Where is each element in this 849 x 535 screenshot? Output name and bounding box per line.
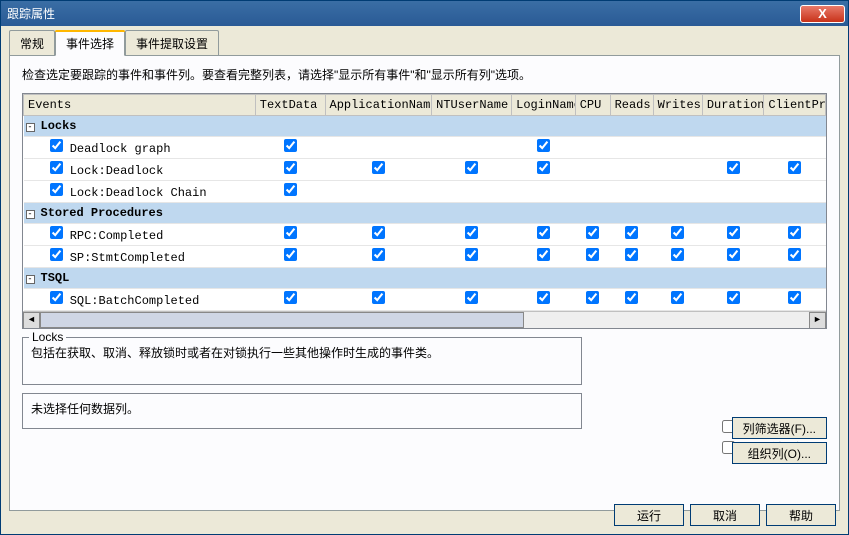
cell-checkbox[interactable] bbox=[727, 161, 740, 174]
group-row[interactable]: -Stored Procedures bbox=[24, 203, 826, 224]
cell-checkbox[interactable] bbox=[372, 226, 385, 239]
cell-checkbox[interactable] bbox=[372, 161, 385, 174]
event-checkbox[interactable] bbox=[50, 139, 63, 152]
column-info-box: 未选择任何数据列。 bbox=[22, 393, 582, 429]
collapse-icon[interactable]: - bbox=[26, 210, 35, 219]
column-header[interactable]: CPU bbox=[575, 95, 610, 116]
close-icon[interactable]: X bbox=[800, 5, 845, 23]
titlebar: 跟踪属性 X bbox=[1, 1, 848, 26]
trace-properties-window: 跟踪属性 X 常规 事件选择 事件提取设置 检查选定要跟踪的事件和事件列。要查看… bbox=[0, 0, 849, 535]
cell-checkbox[interactable] bbox=[671, 248, 684, 261]
column-header[interactable]: NTUserName bbox=[432, 95, 512, 116]
column-header[interactable]: Events bbox=[24, 95, 256, 116]
cell-checkbox[interactable] bbox=[537, 291, 550, 304]
scroll-left-icon[interactable]: ◄ bbox=[23, 312, 40, 329]
collapse-icon[interactable]: - bbox=[26, 123, 35, 132]
cell-checkbox[interactable] bbox=[284, 226, 297, 239]
cell-checkbox[interactable] bbox=[788, 161, 801, 174]
column-header[interactable]: TextData bbox=[255, 95, 325, 116]
cell-checkbox[interactable] bbox=[284, 161, 297, 174]
cell-checkbox[interactable] bbox=[372, 291, 385, 304]
cell-checkbox[interactable] bbox=[537, 161, 550, 174]
cell-checkbox[interactable] bbox=[372, 248, 385, 261]
column-header[interactable]: LoginName bbox=[512, 95, 576, 116]
cell-checkbox[interactable] bbox=[586, 248, 599, 261]
group-row[interactable]: -Locks bbox=[24, 116, 826, 137]
cell-checkbox[interactable] bbox=[465, 291, 478, 304]
cell-checkbox[interactable] bbox=[788, 248, 801, 261]
cell-checkbox[interactable] bbox=[465, 226, 478, 239]
cell-checkbox[interactable] bbox=[465, 248, 478, 261]
window-title: 跟踪属性 bbox=[7, 5, 55, 22]
cell-checkbox[interactable] bbox=[586, 291, 599, 304]
run-button[interactable]: 运行 bbox=[614, 504, 684, 526]
table-row[interactable]: Lock:Deadlock bbox=[24, 159, 826, 181]
cell-checkbox[interactable] bbox=[625, 291, 638, 304]
dialog-buttons: 运行 取消 帮助 bbox=[614, 504, 836, 526]
group-row[interactable]: -TSQL bbox=[24, 268, 826, 289]
cell-checkbox[interactable] bbox=[788, 291, 801, 304]
cell-checkbox[interactable] bbox=[586, 226, 599, 239]
table-row[interactable]: RPC:Completed bbox=[24, 224, 826, 246]
cell-checkbox[interactable] bbox=[465, 161, 478, 174]
collapse-icon[interactable]: - bbox=[26, 275, 35, 284]
cell-checkbox[interactable] bbox=[727, 226, 740, 239]
scrollbar-thumb[interactable] bbox=[40, 312, 524, 328]
cell-checkbox[interactable] bbox=[537, 248, 550, 261]
tab-content: 检查选定要跟踪的事件和事件列。要查看完整列表，请选择"显示所有事件"和"显示所有… bbox=[9, 55, 840, 511]
column-header[interactable]: Duration bbox=[702, 95, 764, 116]
table-row[interactable]: Deadlock graph bbox=[24, 137, 826, 159]
cell-checkbox[interactable] bbox=[788, 226, 801, 239]
event-checkbox[interactable] bbox=[50, 161, 63, 174]
event-checkbox[interactable] bbox=[50, 291, 63, 304]
cell-checkbox[interactable] bbox=[727, 248, 740, 261]
column-filters-button[interactable]: 列筛选器(F)... bbox=[732, 417, 827, 439]
cancel-button[interactable]: 取消 bbox=[690, 504, 760, 526]
scroll-right-icon[interactable]: ► bbox=[809, 312, 826, 329]
tab-bar: 常规 事件选择 事件提取设置 bbox=[1, 26, 848, 55]
table-row[interactable]: SP:StmtCompleted bbox=[24, 246, 826, 268]
cell-checkbox[interactable] bbox=[284, 248, 297, 261]
organize-columns-button[interactable]: 组织列(O)... bbox=[732, 442, 827, 464]
table-row[interactable]: Lock:Deadlock Chain bbox=[24, 181, 826, 203]
cell-checkbox[interactable] bbox=[284, 291, 297, 304]
event-checkbox[interactable] bbox=[50, 248, 63, 261]
column-header[interactable]: ApplicationName bbox=[325, 95, 432, 116]
cell-checkbox[interactable] bbox=[727, 291, 740, 304]
column-header[interactable]: Reads bbox=[610, 95, 653, 116]
event-checkbox[interactable] bbox=[50, 183, 63, 196]
cell-checkbox[interactable] bbox=[284, 183, 297, 196]
column-header[interactable]: ClientProc bbox=[764, 95, 826, 116]
cell-checkbox[interactable] bbox=[625, 226, 638, 239]
cell-checkbox[interactable] bbox=[537, 139, 550, 152]
cell-checkbox[interactable] bbox=[671, 291, 684, 304]
cell-checkbox[interactable] bbox=[625, 248, 638, 261]
cell-checkbox[interactable] bbox=[284, 139, 297, 152]
events-grid: EventsTextDataApplicationNameNTUserNameL… bbox=[22, 93, 827, 329]
horizontal-scrollbar[interactable]: ◄ ► bbox=[23, 311, 826, 328]
help-button[interactable]: 帮助 bbox=[766, 504, 836, 526]
table-row[interactable]: SQL:BatchCompleted bbox=[24, 289, 826, 311]
cell-checkbox[interactable] bbox=[537, 226, 550, 239]
tab-event-selection[interactable]: 事件选择 bbox=[55, 30, 125, 56]
description-text: 包括在获取、取消、释放锁时或者在对锁执行一些其他操作时生成的事件类。 bbox=[31, 344, 573, 361]
event-checkbox[interactable] bbox=[50, 226, 63, 239]
event-description-box: Locks 包括在获取、取消、释放锁时或者在对锁执行一些其他操作时生成的事件类。 bbox=[22, 337, 582, 385]
description-title: Locks bbox=[29, 330, 66, 344]
tab-event-extraction[interactable]: 事件提取设置 bbox=[125, 30, 219, 55]
column-header[interactable]: Writes bbox=[653, 95, 702, 116]
instruction-text: 检查选定要跟踪的事件和事件列。要查看完整列表，请选择"显示所有事件"和"显示所有… bbox=[22, 66, 827, 83]
no-columns-text: 未选择任何数据列。 bbox=[31, 400, 573, 417]
cell-checkbox[interactable] bbox=[671, 226, 684, 239]
tab-general[interactable]: 常规 bbox=[9, 30, 55, 55]
